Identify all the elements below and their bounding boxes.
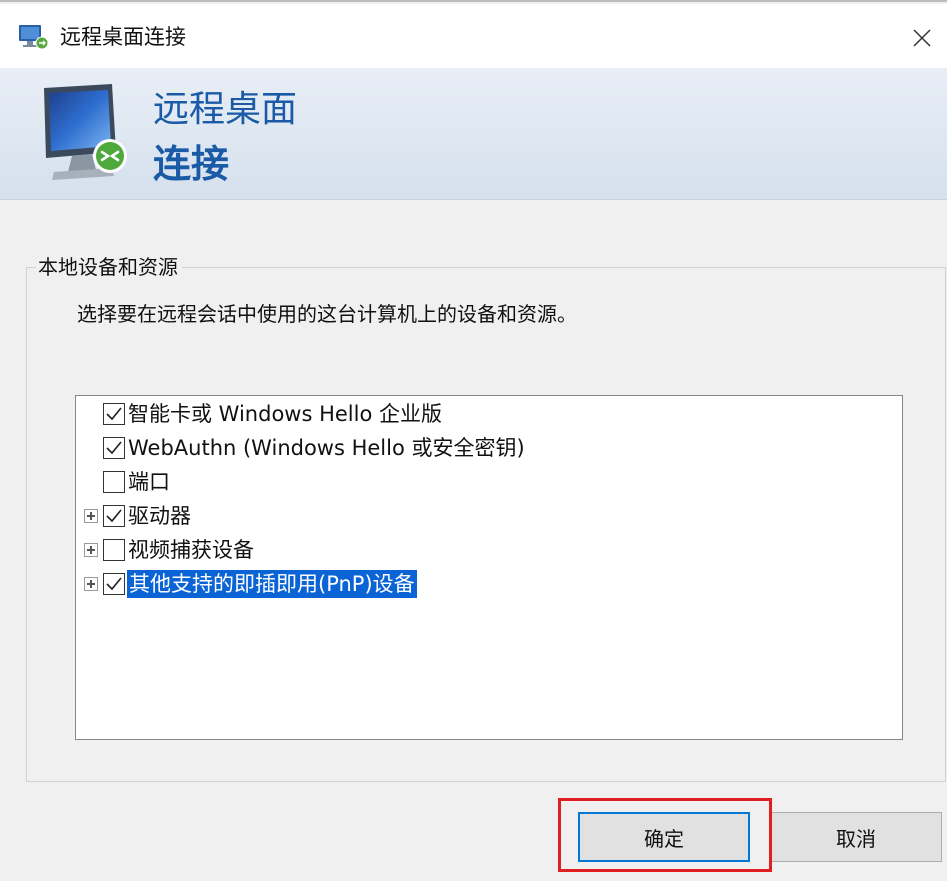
tree-item[interactable]: 端口 [76,466,896,498]
remote-desktop-dialog: 远程桌面连接 远程桌面 连接 本地设备和资源 选择要在远程会话中使用的这台计算机… [0,0,947,881]
device-tree[interactable]: 智能卡或 Windows Hello 企业版 WebAuthn (Windows … [75,395,903,740]
expand-plus-icon[interactable] [84,577,98,591]
tree-item-checkbox[interactable] [103,437,125,459]
tree-item-checkbox[interactable] [103,471,125,493]
group-legend: 本地设备和资源 [36,253,182,281]
checkmark-icon [106,407,122,421]
checkmark-icon [106,577,122,591]
tree-item-checkbox[interactable] [103,403,125,425]
tree-item-label: 其他支持的即插即用(PnP)设备 [127,570,417,598]
group-description: 选择要在远程会话中使用的这台计算机上的设备和资源。 [77,302,577,326]
banner-title-line2: 连接 [153,142,230,186]
tree-item[interactable]: 驱动器 [76,500,896,532]
tree-item[interactable]: 智能卡或 Windows Hello 企业版 [76,398,896,430]
expand-plus-icon[interactable] [84,543,98,557]
header-banner: 远程桌面 连接 [0,68,947,200]
tree-item-checkbox[interactable] [103,505,125,527]
tree-item-label: 端口 [128,470,170,494]
tree-item[interactable]: WebAuthn (Windows Hello 或安全密钥) [76,432,896,464]
banner-title-line1: 远程桌面 [153,89,298,130]
tree-item[interactable]: 其他支持的即插即用(PnP)设备 [76,568,896,600]
expand-plus-icon[interactable] [84,509,98,523]
tree-item-label: 智能卡或 Windows Hello 企业版 [128,402,442,426]
close-icon [913,29,931,47]
close-button[interactable] [900,16,944,60]
checkmark-icon [106,441,122,455]
tree-item-label: WebAuthn (Windows Hello 或安全密钥) [128,436,525,460]
tree-item-checkbox[interactable] [103,573,125,595]
tree-item[interactable]: 视频捕获设备 [76,534,896,566]
remote-desktop-icon [19,25,49,50]
checkmark-icon [106,509,122,523]
remote-desktop-monitor-icon [44,84,127,180]
tree-item-label: 视频捕获设备 [128,538,254,562]
tree-item-label: 驱动器 [128,504,191,528]
cancel-button[interactable]: 取消 [770,812,942,862]
window-title: 远程桌面连接 [60,25,186,49]
title-bar: 远程桌面连接 [0,4,947,68]
tree-item-checkbox[interactable] [103,539,125,561]
ok-button[interactable]: 确定 [578,812,750,862]
